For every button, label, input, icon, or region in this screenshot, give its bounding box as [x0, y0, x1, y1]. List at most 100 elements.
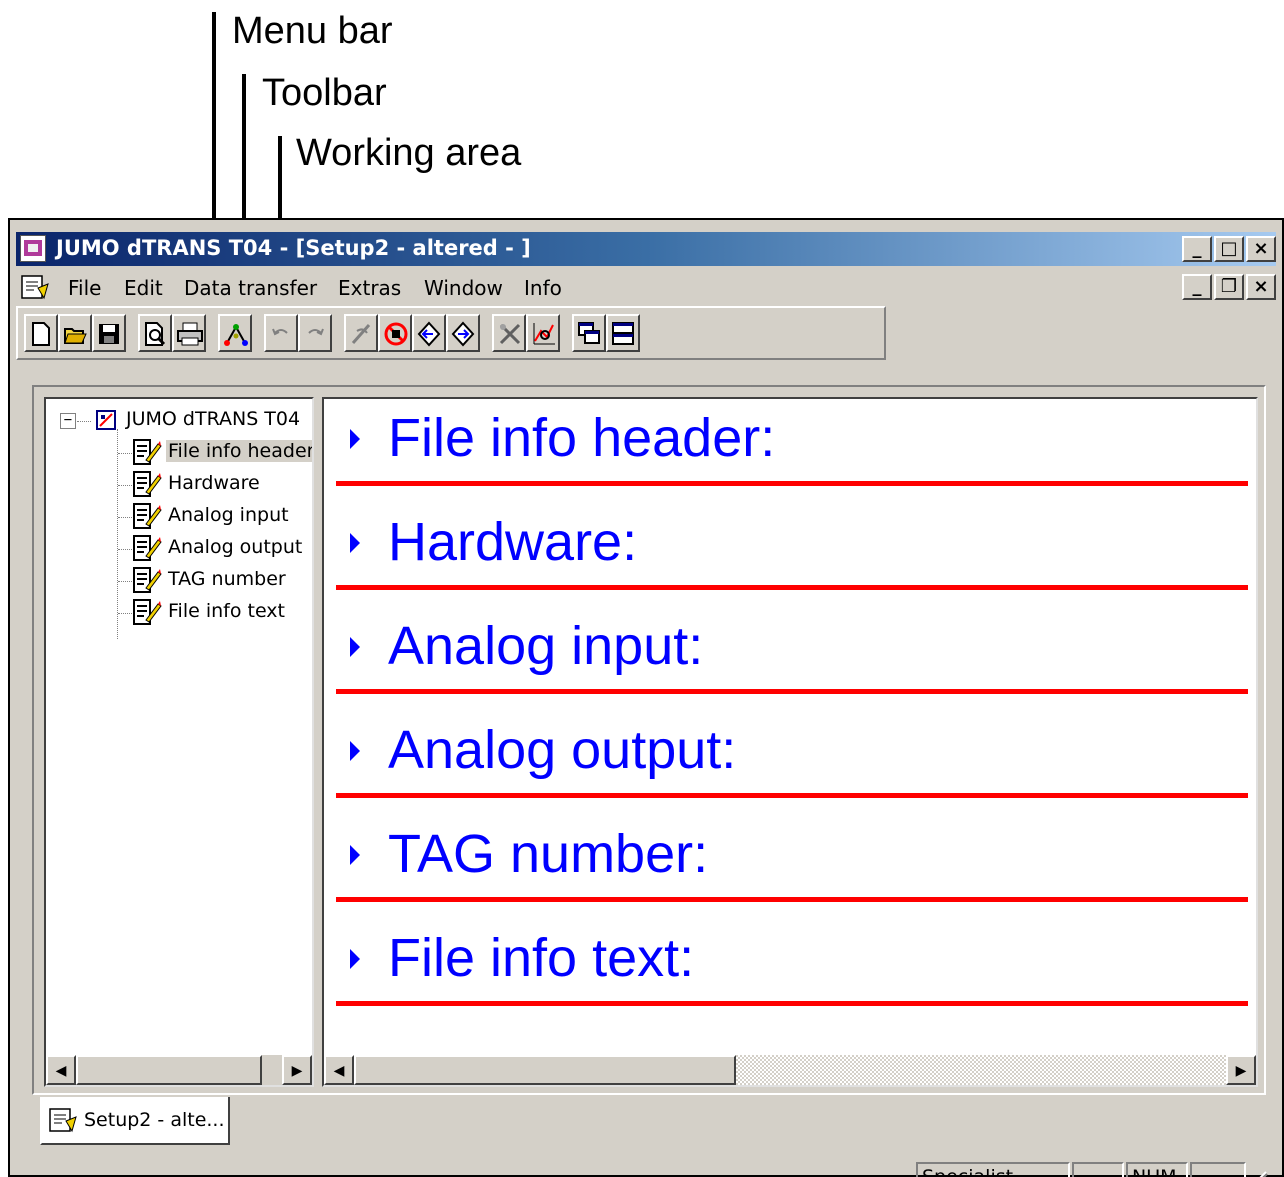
status-panel-scroll [1190, 1162, 1246, 1177]
mdi-close-button[interactable]: × [1246, 274, 1276, 300]
content-horizontal-scrollbar[interactable]: ◀ ▶ [324, 1055, 1256, 1085]
edit-document-icon [133, 599, 162, 625]
scroll-left-icon[interactable]: ◀ [46, 1055, 76, 1085]
edit-document-icon [133, 503, 162, 529]
scroll-track[interactable] [736, 1055, 1226, 1085]
tree-item-label[interactable]: File info text [168, 600, 285, 622]
expand-arrow-icon[interactable] [350, 949, 360, 969]
menu-file[interactable]: File [68, 276, 101, 300]
network-icon[interactable] [218, 314, 252, 352]
section-title[interactable]: TAG number: [388, 823, 708, 885]
link-icon[interactable] [344, 314, 378, 352]
scroll-right-icon[interactable]: ▶ [282, 1055, 312, 1085]
redo-icon[interactable] [298, 314, 332, 352]
open-folder-icon[interactable] [58, 314, 92, 352]
new-file-icon[interactable] [24, 314, 58, 352]
print-icon[interactable] [172, 314, 206, 352]
read-device-icon[interactable] [412, 314, 446, 352]
chart-search-icon[interactable] [526, 314, 560, 352]
tree-connector [118, 485, 132, 486]
menu-bar: File Edit Data transfer Extras Window In… [16, 270, 1276, 306]
window-title: JUMO dTRANS T04 - [Setup2 - altered - ] [56, 236, 531, 260]
menu-window[interactable]: Window [424, 276, 503, 300]
status-num-lock: NUM [1126, 1162, 1188, 1177]
tree-item[interactable]: Hardware [46, 469, 312, 499]
section-file-info-text[interactable]: File info text: [324, 919, 1256, 1023]
menu-edit[interactable]: Edit [124, 276, 163, 300]
menu-data-transfer[interactable]: Data transfer [184, 276, 317, 300]
title-bar[interactable]: JUMO dTRANS T04 - [Setup2 - altered - ] … [16, 232, 1276, 266]
expand-arrow-icon[interactable] [350, 429, 360, 449]
tree-item[interactable]: File info text [46, 597, 312, 627]
edit-document-icon [133, 567, 162, 593]
tree-root[interactable]: − JUMO dTRANS T04 [46, 405, 312, 435]
disconnect-icon[interactable] [378, 314, 412, 352]
section-analog-input[interactable]: Analog input: [324, 607, 1256, 711]
tree-item-label[interactable]: File info header [166, 440, 312, 462]
expand-arrow-icon[interactable] [350, 741, 360, 761]
tree-connector [118, 549, 132, 550]
tree-item-label[interactable]: TAG number [168, 568, 286, 590]
tree-item[interactable]: Analog input [46, 501, 312, 531]
menu-extras[interactable]: Extras [338, 276, 401, 300]
working-area[interactable]: File info header: Hardware: Analog input… [322, 397, 1258, 1087]
tile-windows-icon[interactable] [606, 314, 640, 352]
tree-item-label[interactable]: Hardware [168, 472, 260, 494]
edit-document-icon [133, 535, 162, 561]
print-preview-icon[interactable] [138, 314, 172, 352]
section-divider [336, 689, 1248, 694]
menu-info[interactable]: Info [524, 276, 562, 300]
tree-connector [118, 453, 132, 454]
menu-bar-callout: Menu bar [232, 10, 393, 52]
section-title[interactable]: Analog input: [388, 615, 703, 677]
section-divider [336, 897, 1248, 902]
tree-connector [118, 581, 132, 582]
section-title[interactable]: Hardware: [388, 511, 637, 573]
scroll-thumb[interactable] [76, 1055, 262, 1085]
document-icon[interactable] [20, 274, 50, 300]
tree-item-label[interactable]: Analog output [168, 536, 302, 558]
mdi-minimize-button[interactable]: _ [1182, 274, 1212, 300]
section-divider [336, 1001, 1248, 1006]
tree-item[interactable]: File info header [46, 437, 312, 467]
document-tab-label[interactable]: Setup2 - alte... [84, 1109, 225, 1131]
undo-icon[interactable] [264, 314, 298, 352]
section-file-info-header[interactable]: File info header: [324, 399, 1256, 503]
edit-document-icon [133, 439, 162, 465]
close-button[interactable]: × [1246, 236, 1276, 262]
tree-item[interactable]: Analog output [46, 533, 312, 563]
section-analog-output[interactable]: Analog output: [324, 711, 1256, 815]
toolbar-callout: Toolbar [262, 72, 387, 114]
tree-connector [118, 613, 132, 614]
section-title[interactable]: File info header: [388, 407, 775, 469]
scroll-thumb[interactable] [354, 1055, 736, 1085]
status-panel-empty [16, 1162, 912, 1177]
expand-arrow-icon[interactable] [350, 637, 360, 657]
tree-item-label[interactable]: Analog input [168, 504, 289, 526]
expand-arrow-icon[interactable] [350, 533, 360, 553]
section-title[interactable]: File info text: [388, 927, 694, 989]
scroll-left-icon[interactable]: ◀ [324, 1055, 354, 1085]
expand-arrow-icon[interactable] [350, 845, 360, 865]
scroll-right-icon[interactable]: ▶ [1226, 1055, 1256, 1085]
tree-item[interactable]: TAG number [46, 565, 312, 595]
cascade-windows-icon[interactable] [572, 314, 606, 352]
maximize-button[interactable]: □ [1214, 236, 1244, 262]
resize-grip-icon[interactable] [1246, 1168, 1268, 1177]
navigation-tree[interactable]: − JUMO dTRANS T04 File info header Hardw… [44, 397, 314, 1087]
tree-root-label[interactable]: JUMO dTRANS T04 [126, 408, 300, 430]
collapse-icon[interactable]: − [60, 413, 76, 429]
mdi-restore-button[interactable]: ❐ [1214, 274, 1244, 300]
save-icon[interactable] [92, 314, 126, 352]
write-device-icon[interactable] [446, 314, 480, 352]
section-hardware[interactable]: Hardware: [324, 503, 1256, 607]
document-tab[interactable]: Setup2 - alte... [40, 1097, 230, 1145]
section-tag-number[interactable]: TAG number: [324, 815, 1256, 919]
section-divider [336, 585, 1248, 590]
tools-icon[interactable] [492, 314, 526, 352]
tree-horizontal-scrollbar[interactable]: ◀ ▶ [46, 1055, 312, 1085]
app-icon[interactable] [20, 235, 46, 262]
section-title[interactable]: Analog output: [388, 719, 736, 781]
minimize-button[interactable]: _ [1182, 236, 1212, 262]
edit-document-icon [133, 471, 162, 497]
